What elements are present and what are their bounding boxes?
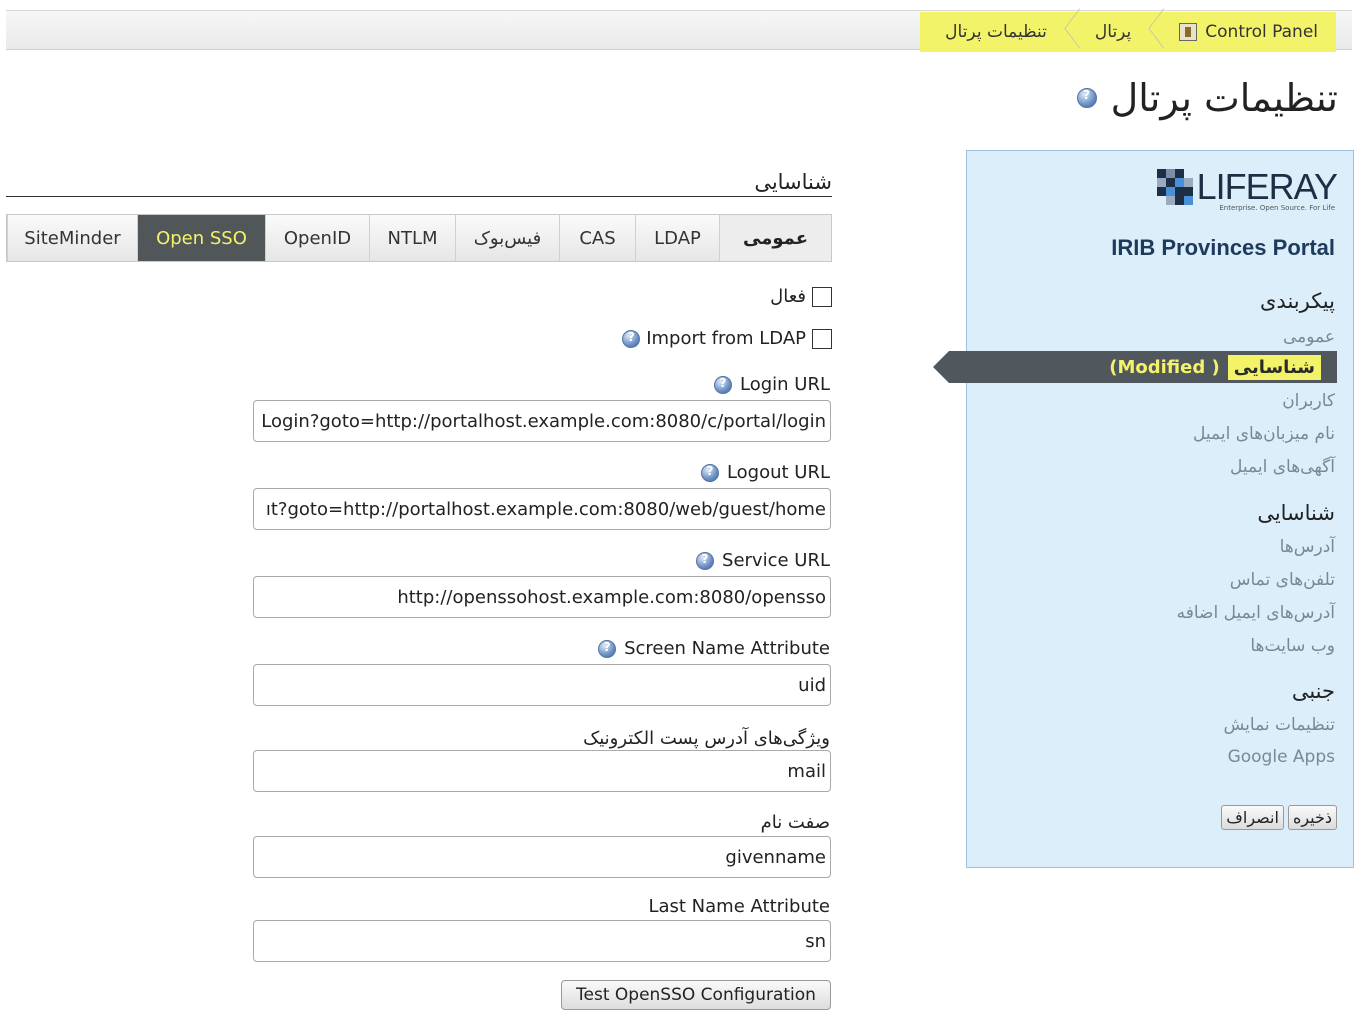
sidebar-item-google-apps[interactable]: Google Apps — [1228, 747, 1335, 767]
breadcrumb-separator — [1149, 12, 1161, 52]
help-icon[interactable] — [622, 329, 641, 348]
page-title-text: تنظیمات پرتال — [1110, 76, 1338, 120]
last-name-input[interactable]: sn — [253, 920, 831, 962]
logout-url-label: Logout URL — [726, 462, 830, 483]
enabled-checkbox[interactable] — [812, 286, 832, 307]
service-url-value: http://openssohost.example.com:8080/open… — [397, 586, 826, 608]
breadcrumb: Control Panel پرتال تنظیمات پرتال — [920, 12, 1336, 52]
login-url-label: Login URL — [740, 374, 830, 395]
sidebar-heading-identification: شناسایی — [1257, 501, 1335, 525]
tab-openid[interactable]: OpenID — [265, 215, 369, 261]
sidebar-item-addresses[interactable]: آدرس‌ها — [1280, 537, 1335, 557]
login-url-input[interactable]: Login?goto=http://portalhost.example.com… — [253, 400, 831, 442]
sidebar-buttons: ذخیره انصراف — [1221, 805, 1337, 830]
tab-siteminder[interactable]: SiteMinder — [7, 215, 137, 261]
help-icon[interactable] — [700, 463, 719, 482]
last-name-label-row: Last Name Attribute — [648, 896, 830, 917]
portal-name: IRIB Provinces Portal — [1111, 235, 1335, 260]
save-button[interactable]: ذخیره — [1287, 805, 1337, 830]
tab-facebook[interactable]: فیس‌بوک — [455, 215, 559, 261]
sidebar-item-websites[interactable]: وب سایت‌ها — [1250, 636, 1335, 656]
help-icon[interactable] — [1076, 88, 1097, 108]
sidebar-item-mail-hosts[interactable]: نام میزبان‌های ایمیل — [1193, 424, 1335, 444]
logo-mark-icon — [1156, 169, 1193, 205]
modified-badge: ( Modified) — [1109, 356, 1220, 378]
tab-open-sso[interactable]: Open SSO — [137, 215, 265, 261]
logo-tagline: Enterprise. Open Source. For Life — [1219, 204, 1335, 212]
enabled-label: فعال — [770, 286, 806, 307]
import-ldap-row: Import from LDAP — [622, 328, 832, 349]
sidebar-item-users[interactable]: کاربران — [1282, 391, 1335, 411]
sidebar-item-authentication[interactable]: شناسایی ( Modified) — [933, 351, 1337, 383]
settings-sidebar: LIFERAY Enterprise. Open Source. For Lif… — [933, 150, 1354, 868]
import-ldap-label: Import from LDAP — [646, 328, 806, 349]
screen-name-label: Screen Name Attribute — [624, 638, 830, 659]
sidebar-item-additional-emails[interactable]: آدرس‌های ایمیل اضافه — [1177, 603, 1335, 623]
email-attribute-label-row: ویژگی‌های آدرس پست الکترونیک — [583, 728, 830, 749]
last-name-value: sn — [805, 930, 826, 952]
section-title: شناسایی — [754, 170, 832, 194]
test-opensso-button[interactable]: Test OpenSSO Configuration — [561, 980, 831, 1010]
breadcrumb-separator — [1065, 12, 1077, 52]
breadcrumb-item-control-panel[interactable]: Control Panel — [1161, 12, 1336, 52]
logout-url-value: ıt?goto=http://portalhost.example.com:80… — [265, 498, 826, 520]
first-name-label-row: صفت نام — [761, 812, 830, 833]
sidebar-item-general[interactable]: عمومی — [1283, 327, 1335, 347]
sidebar-heading-miscellaneous: جنبی — [1291, 679, 1335, 703]
service-url-label: Service URL — [722, 550, 830, 571]
sidebar-item-display-settings[interactable]: تنظیمات نمایش — [1224, 715, 1336, 735]
breadcrumb-label: پرتال — [1094, 22, 1132, 42]
page-title: تنظیمات پرتال — [1076, 76, 1338, 120]
help-icon[interactable] — [598, 639, 617, 658]
email-attribute-value: mail — [787, 760, 826, 782]
sidebar-item-phone-numbers[interactable]: تلفن‌های تماس — [1230, 570, 1335, 590]
breadcrumb-label: تنظیمات پرتال — [945, 22, 1047, 42]
section-divider — [6, 196, 832, 197]
tab-ldap[interactable]: LDAP — [635, 215, 719, 261]
first-name-value: givenname — [725, 846, 826, 868]
cancel-button[interactable]: انصراف — [1221, 805, 1284, 830]
service-url-label-row: Service URL — [696, 550, 830, 571]
enabled-row: فعال — [770, 286, 832, 307]
control-panel-icon — [1179, 23, 1198, 41]
help-icon[interactable] — [714, 375, 732, 394]
screen-name-input[interactable]: uid — [253, 664, 831, 706]
screen-name-value: uid — [798, 674, 826, 696]
sidebar-heading-configuration: پیکربندی — [1259, 289, 1335, 313]
first-name-label: صفت نام — [760, 812, 830, 833]
auth-tabs: عمومی LDAP CAS فیس‌بوک NTLM OpenID Open … — [6, 214, 832, 262]
first-name-input[interactable]: givenname — [253, 836, 831, 878]
login-url-value: Login?goto=http://portalhost.example.com… — [261, 410, 826, 432]
email-attribute-label: ویژگی‌های آدرس پست الکترونیک — [583, 728, 830, 749]
last-name-label: Last Name Attribute — [648, 896, 830, 917]
login-url-label-row: Login URL — [714, 374, 830, 395]
breadcrumb-label: Control Panel — [1205, 22, 1318, 42]
liferay-logo: LIFERAY Enterprise. Open Source. For Lif… — [1156, 166, 1338, 212]
logout-url-label-row: Logout URL — [700, 462, 830, 483]
email-attribute-input[interactable]: mail — [253, 750, 831, 792]
import-ldap-checkbox[interactable] — [812, 328, 832, 349]
help-icon[interactable] — [696, 551, 715, 570]
screen-name-label-row: Screen Name Attribute — [598, 638, 830, 659]
sidebar-item-email-notifications[interactable]: آگهی‌های ایمیل — [1230, 457, 1335, 477]
tab-general[interactable]: عمومی — [719, 215, 831, 261]
sidebar-item-label: شناسایی — [1227, 354, 1321, 380]
logout-url-input[interactable]: ıt?goto=http://portalhost.example.com:80… — [253, 488, 831, 530]
logo-text: LIFERAY — [1196, 166, 1338, 207]
breadcrumb-item-portal-settings[interactable]: تنظیمات پرتال — [927, 12, 1065, 52]
tab-cas[interactable]: CAS — [559, 215, 635, 261]
tab-ntlm[interactable]: NTLM — [369, 215, 455, 261]
service-url-input[interactable]: http://openssohost.example.com:8080/open… — [253, 576, 831, 618]
